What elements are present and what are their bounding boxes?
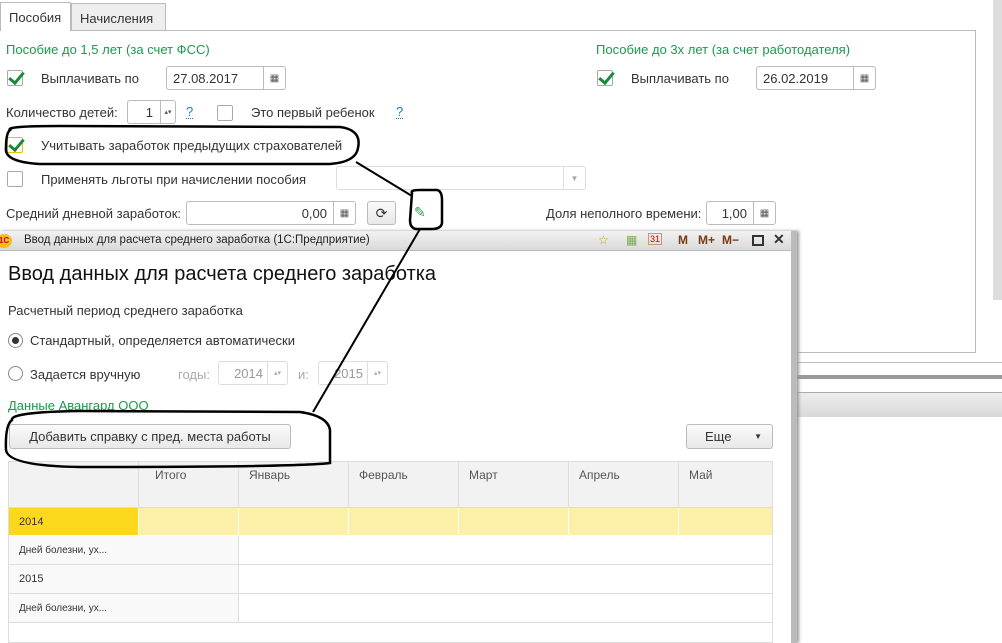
background-bar [797,392,1002,417]
children-count-stepper[interactable]: 1 ▴▾ [127,100,176,124]
more-button[interactable]: Еще ▼ [686,424,773,449]
background-divider [797,375,1002,379]
period-label: Расчетный период среднего заработка [8,303,243,318]
radio-manual[interactable] [8,366,23,381]
first-child-help-link[interactable]: ? [396,105,404,119]
app-logo-icon: 1C [0,234,12,248]
benefits-label: Применять льготы при начислении пособия [41,172,307,187]
calculator-icon[interactable]: ▦ [753,202,775,224]
fss-pay-date-input[interactable]: 27.08.2017 ▦ [166,66,286,90]
chevron-down-icon: ▼ [754,432,762,441]
years-label: годы: [178,367,210,382]
calculator-icon[interactable]: ▦ [333,202,355,224]
part-time-label: Доля неполного времени: [546,206,702,221]
employer-section-title: Пособие до 3х лет (за счет работодателя) [596,42,851,57]
memory-minus-button[interactable]: M− [722,233,739,247]
calendar-icon[interactable]: ▦ [263,67,285,89]
employer-pay-label: Выплачивать по [631,71,729,86]
more-label: Еще [705,429,732,444]
fss-pay-checkbox[interactable] [7,70,23,86]
year-from-stepper[interactable]: 2014 ▴▾ [218,361,288,385]
chevron-down-icon[interactable]: ▼ [563,167,585,189]
pencil-icon: ✎ [414,204,426,220]
dialog-title-bar: 1C Ввод данных для расчета среднего зара… [0,231,791,251]
maximize-icon[interactable] [752,235,764,246]
memory-plus-button[interactable]: M+ [698,233,715,247]
employer-pay-date-input[interactable]: 26.02.2019 ▦ [756,66,876,90]
fss-pay-label: Выплачивать по [41,71,139,86]
children-count-label: Количество детей: [6,105,118,120]
favorite-icon[interactable]: ☆ [598,233,609,247]
tab-nachisleniya[interactable]: Начисления [71,3,166,31]
average-earnings-dialog: 1C Ввод данных для расчета среднего зара… [0,231,797,643]
part-time-input[interactable]: 1,00 ▦ [706,201,776,225]
radio-standard-label: Стандартный, определяется автоматически [30,333,295,348]
refresh-button[interactable]: ⟳ [367,201,396,225]
radio-standard[interactable] [8,333,23,348]
memory-button[interactable]: M [678,233,688,247]
fss-section-title: Пособие до 1,5 лет (за счет ФСС) [6,42,210,57]
avg-daily-label: Средний дневной заработок: [6,206,182,221]
avg-daily-input[interactable]: 0,00 ▦ [186,201,356,225]
children-help-link[interactable]: ? [186,105,194,119]
dialog-window-title: Ввод данных для расчета среднего заработ… [24,234,370,246]
edit-pencil-button[interactable]: ✎ [414,204,426,221]
scrollbar[interactable] [993,0,1002,300]
prev-employers-checkbox[interactable] [7,137,23,153]
tab-posobiya[interactable]: Пособия [0,2,71,31]
dialog-heading: Ввод данных для расчета среднего заработ… [8,263,437,285]
calendar-icon[interactable]: 31 [648,233,663,245]
first-child-label: Это первый ребенок [251,105,375,120]
company-data-label: Данные Авангард ООО [8,398,149,413]
calendar-icon[interactable]: ▦ [853,67,875,89]
employer-pay-checkbox[interactable] [597,70,613,86]
prev-employers-label: Учитывать заработок предыдущих страховат… [41,138,343,153]
background-divider [797,362,1002,372]
benefits-select[interactable]: ▼ [336,166,586,190]
year-to-stepper[interactable]: 2015 ▴▾ [318,361,388,385]
and-label: и: [298,367,309,382]
refresh-icon: ⟳ [375,204,388,221]
first-child-checkbox[interactable] [217,105,233,121]
radio-manual-label: Задается вручную [30,367,141,382]
calculator-icon[interactable]: ▦ [626,233,637,247]
table-frame [8,461,773,643]
benefits-checkbox[interactable] [7,171,23,187]
close-icon[interactable]: ✕ [773,231,785,248]
add-certificate-button[interactable]: Добавить справку с пред. места работы [9,424,291,449]
